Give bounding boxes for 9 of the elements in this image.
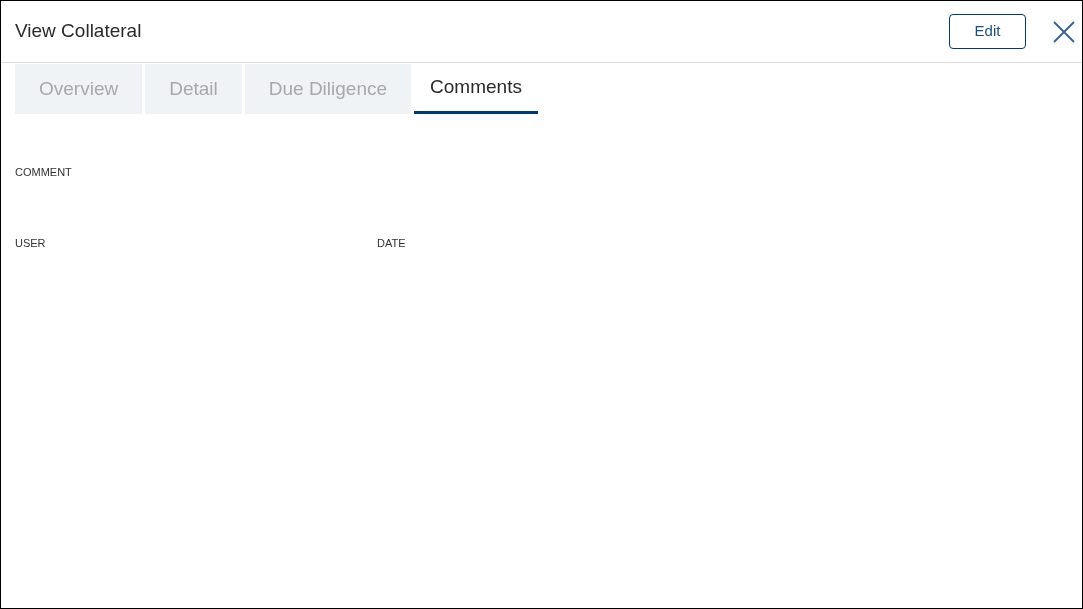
field-label: COMMENT [15, 166, 72, 178]
tab[interactable]: Detail [145, 64, 242, 114]
tab[interactable]: Due Diligence [244, 64, 412, 114]
field-label: DATE [377, 235, 406, 251]
window-title: View Collateral [15, 19, 142, 44]
field-label: USER [15, 235, 47, 251]
close-icon[interactable] [1052, 19, 1076, 44]
edit-button[interactable]: Edit [949, 14, 1026, 49]
tab[interactable]: Overview [15, 64, 143, 114]
